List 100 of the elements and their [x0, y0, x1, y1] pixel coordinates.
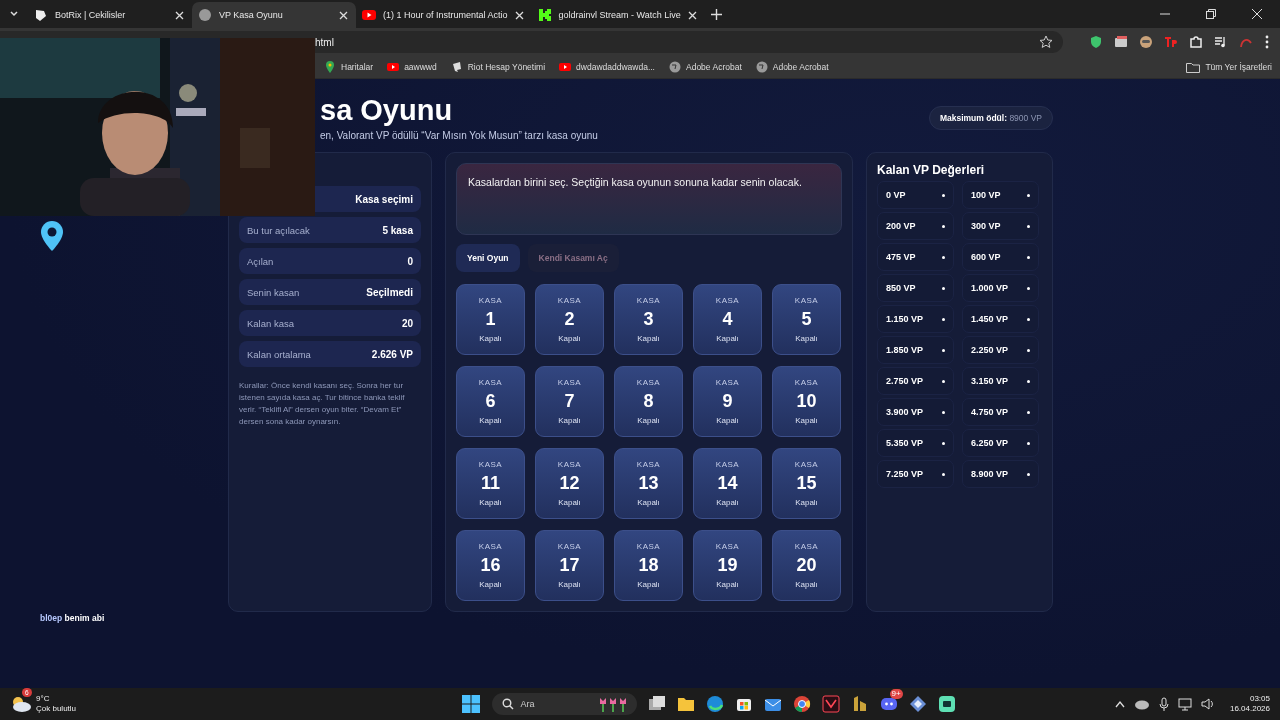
- search-icon: [501, 698, 514, 710]
- case-number: 4: [722, 309, 733, 330]
- speaker-icon[interactable]: [1200, 697, 1215, 711]
- case-tile[interactable]: KASA 7 Kapalı: [535, 366, 604, 437]
- case-tile[interactable]: KASA 18 Kapalı: [614, 530, 683, 601]
- close-icon[interactable]: [514, 10, 524, 20]
- case-number: 1: [485, 309, 496, 330]
- menu-icon[interactable]: [1264, 35, 1270, 49]
- case-label: KASA: [636, 460, 661, 469]
- case-number: 6: [485, 391, 496, 412]
- case-label: KASA: [636, 542, 661, 551]
- case-tile[interactable]: KASA 14 Kapalı: [693, 448, 762, 519]
- app-icon[interactable]: [937, 695, 956, 713]
- dot-icon: [1027, 348, 1030, 352]
- bookmark-link[interactable]: Riot Hesap Yönetimi: [450, 61, 546, 73]
- search-field[interactable]: Ara: [491, 693, 637, 715]
- case-number: 11: [481, 473, 500, 494]
- case-tile[interactable]: KASA 20 Kapalı: [772, 530, 841, 601]
- case-number: 10: [796, 391, 817, 412]
- browser-tab[interactable]: (1) 1 Hour of Instrumental Actio: [356, 2, 532, 28]
- chevron-up-icon[interactable]: [1114, 700, 1125, 708]
- bookmark-link[interactable]: aawwwd: [387, 61, 437, 73]
- dot-icon: [942, 379, 945, 383]
- case-number: 16: [480, 555, 501, 576]
- all-bookmarks-link[interactable]: Tüm Yer İşaretleri: [1186, 61, 1272, 73]
- case-state: Kapalı: [479, 416, 502, 425]
- weather-icon[interactable]: [10, 695, 32, 713]
- case-label: KASA: [478, 460, 503, 469]
- value-amount: 5.350 VP: [886, 438, 924, 448]
- close-icon[interactable]: [175, 10, 184, 20]
- case-tile[interactable]: KASA 11 Kapalı: [456, 448, 525, 519]
- edge-icon[interactable]: [705, 695, 724, 713]
- valorant-icon[interactable]: [821, 695, 840, 713]
- case-tile[interactable]: KASA 4 Kapalı: [693, 284, 762, 355]
- shield-icon[interactable]: [1089, 35, 1103, 49]
- app-icon[interactable]: [908, 695, 927, 713]
- case-tile[interactable]: KASA 16 Kapalı: [456, 530, 525, 601]
- browser-tab[interactable]: goldrainvl Stream - Watch Live: [531, 2, 705, 28]
- network-icon[interactable]: [1177, 697, 1192, 711]
- close-icon[interactable]: [687, 10, 697, 20]
- clock[interactable]: 03:05 16.04.2026: [1229, 694, 1270, 714]
- task-view-icon[interactable]: [647, 695, 666, 713]
- new-tab-icon[interactable]: [710, 8, 722, 20]
- dot-icon: [942, 224, 945, 228]
- case-tile[interactable]: KASA 19 Kapalı: [693, 530, 762, 601]
- case-state: Kapalı: [637, 498, 660, 507]
- value-amount: 6.250 VP: [971, 438, 1009, 448]
- chrome-icon[interactable]: [792, 695, 811, 713]
- case-tile[interactable]: KASA 1 Kapalı: [456, 284, 525, 355]
- cloud-icon[interactable]: [1133, 698, 1150, 710]
- bookmark-link[interactable]: dwdawdaddwawda...: [559, 61, 655, 73]
- dot-icon: [942, 286, 945, 290]
- bookmark-star-icon[interactable]: [1039, 35, 1053, 49]
- extension-icon[interactable]: [1114, 35, 1128, 49]
- bookmark-link[interactable]: Adobe Acrobat: [755, 61, 829, 73]
- browser-tab[interactable]: BotRix | Cekilisler: [28, 2, 192, 28]
- extension-icon[interactable]: [1139, 35, 1153, 49]
- case-number: 7: [564, 391, 575, 412]
- case-tile[interactable]: KASA 9 Kapalı: [693, 366, 762, 437]
- value-amount: 300 VP: [971, 221, 1001, 231]
- game-button[interactable]: Yeni Oyun: [456, 244, 520, 272]
- stat-value: 5 kasa: [382, 224, 413, 236]
- media-control-icon[interactable]: [1214, 35, 1228, 49]
- discord-icon[interactable]: [879, 695, 898, 713]
- case-label: KASA: [715, 296, 740, 305]
- case-tile[interactable]: KASA 17 Kapalı: [535, 530, 604, 601]
- case-number: 15: [796, 473, 817, 494]
- case-state: Kapalı: [479, 334, 502, 343]
- case-tile[interactable]: KASA 10 Kapalı: [772, 366, 841, 437]
- folder-icon[interactable]: [676, 695, 695, 713]
- case-tile[interactable]: KASA 12 Kapalı: [535, 448, 604, 519]
- favicon-icon: [537, 8, 552, 22]
- dot-icon: [942, 193, 945, 197]
- value-amount: 7.250 VP: [886, 469, 924, 479]
- case-tile[interactable]: KASA 13 Kapalı: [614, 448, 683, 519]
- case-state: Kapalı: [558, 334, 581, 343]
- case-tile[interactable]: KASA 2 Kapalı: [535, 284, 604, 355]
- dot-icon: [1027, 441, 1030, 445]
- time-text: 03:05: [1249, 694, 1270, 704]
- case-tile[interactable]: KASA 8 Kapalı: [614, 366, 683, 437]
- case-state: Kapalı: [795, 580, 818, 589]
- puzzle-icon[interactable]: [1189, 35, 1203, 49]
- case-number: 8: [643, 391, 654, 412]
- case-state: Kapalı: [795, 416, 818, 425]
- case-tile[interactable]: KASA 6 Kapalı: [456, 366, 525, 437]
- stat-label: Açılan: [247, 255, 274, 267]
- case-label: KASA: [794, 542, 819, 551]
- bookmark-link[interactable]: Haritalar: [324, 61, 374, 73]
- stat-label: Kalan kasa: [247, 317, 294, 329]
- case-tile[interactable]: KASA 15 Kapalı: [772, 448, 841, 519]
- case-state: Kapalı: [558, 498, 581, 507]
- case-tile[interactable]: KASA 3 Kapalı: [614, 284, 683, 355]
- start-icon[interactable]: [460, 694, 481, 714]
- bookmark-link[interactable]: Adobe Acrobat: [669, 61, 742, 73]
- browser-tab[interactable]: VP Kasa Oyunu: [192, 2, 356, 28]
- value-amount: 2.750 VP: [886, 376, 924, 386]
- close-icon[interactable]: [339, 10, 348, 20]
- message-text: Kasalardan birini seç. Seçtiğin kasa oyunun sonuna kadar senin olacak.: [468, 176, 802, 188]
- case-tile[interactable]: KASA 5 Kapalı: [772, 284, 841, 355]
- microphone-icon[interactable]: [1158, 697, 1169, 711]
